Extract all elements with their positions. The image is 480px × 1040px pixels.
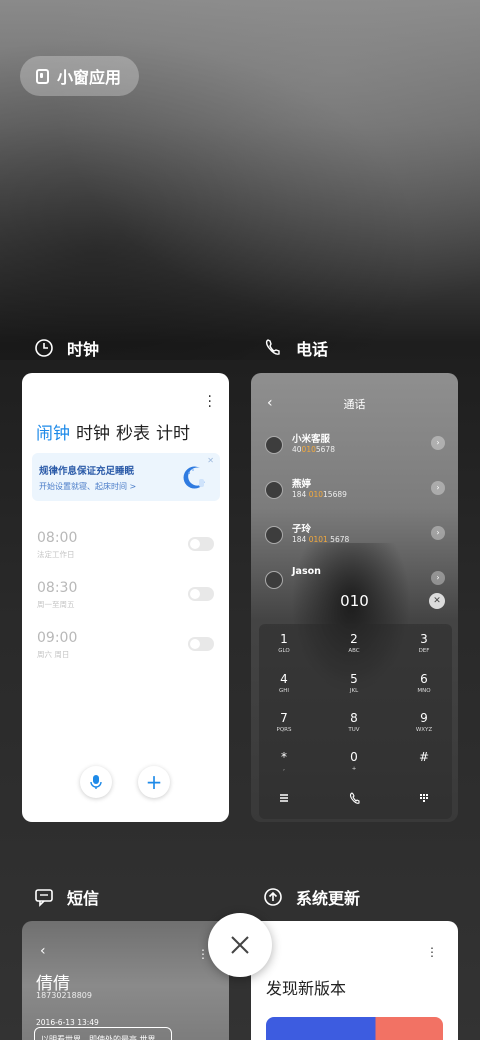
contact-name: 子玲 — [292, 524, 312, 535]
clock-more-icon[interactable]: · · · — [208, 390, 213, 414]
microphone-icon — [90, 775, 102, 789]
key-hash[interactable]: # — [399, 750, 449, 766]
alarm-item[interactable]: 08:30 周一至周五 — [37, 580, 77, 610]
key-9[interactable]: 9 WXYZ — [399, 711, 449, 733]
avatar — [265, 481, 283, 499]
alarm-days: 周一至周五 — [37, 600, 75, 609]
update-more-icon[interactable]: ⋮ — [426, 945, 438, 959]
key-7[interactable]: 7 PQRS — [259, 711, 309, 733]
phone-icon — [262, 337, 284, 359]
phone-title: 通话 — [343, 398, 366, 411]
alarm-item[interactable]: 09:00 周六 周日 — [37, 630, 77, 660]
small-window-apps-button[interactable]: 小窗应用 — [20, 56, 140, 96]
clock-icon — [33, 337, 55, 359]
sms-label-text: 短信 — [67, 889, 100, 908]
key-3[interactable]: 3 DEF — [399, 632, 449, 654]
plus-icon: + — [145, 770, 163, 794]
update-banner-image — [266, 1017, 443, 1040]
message-icon — [33, 886, 55, 908]
update-app-card[interactable]: ⋮ 发现新版本 — [251, 921, 458, 1040]
clear-all-button[interactable] — [208, 913, 272, 977]
key-5[interactable]: 5 JKL — [329, 672, 379, 694]
key-0[interactable]: 0 + — [329, 750, 379, 772]
dialed-number: 010 — [340, 592, 369, 610]
alarm-days: 法定工作日 — [37, 550, 75, 559]
key-4[interactable]: 4 GHI — [259, 672, 309, 694]
alarm-item[interactable]: 08:00 法定工作日 — [37, 530, 77, 560]
contact-number: 400105678 — [292, 445, 335, 454]
dial-keypad: 1 GLO 2 ABC 3 DEF 4 GHI 5 JKL 6 MNO 7 PQRS 8 TUV… — [259, 624, 452, 819]
dialpad-toggle-icon[interactable] — [419, 792, 429, 806]
chevron-right-icon[interactable]: › — [431, 526, 445, 540]
key-6[interactable]: 6 MNO — [399, 672, 449, 694]
alarm-days: 周六 周日 — [37, 650, 70, 659]
tab-clock[interactable]: 时钟 — [76, 419, 110, 444]
chevron-right-icon[interactable]: › — [431, 571, 445, 585]
call-icon[interactable] — [349, 792, 361, 809]
key-2[interactable]: 2 ABC — [329, 632, 379, 654]
chevron-right-icon[interactable]: › — [431, 481, 445, 495]
moon-icon — [180, 463, 208, 491]
clock-label-text: 时钟 — [67, 340, 100, 359]
update-label-text: 系统更新 — [296, 889, 361, 908]
update-headline: 发现新版本 — [266, 979, 347, 998]
close-icon — [231, 936, 249, 954]
contact-name: 小米客服 — [292, 434, 331, 445]
sleep-banner[interactable]: 规律作息保证充足睡眠 开始设置就寝、起床时间 > ✕ — [32, 453, 220, 501]
contact-item[interactable]: 小米客服 400105678 › — [265, 431, 445, 461]
system-update-icon — [262, 886, 284, 908]
alarm-time: 09:00 — [37, 630, 78, 646]
tab-alarm[interactable]: 闹钟 — [36, 419, 70, 444]
contact-name: Jason — [292, 566, 321, 577]
update-app-label[interactable]: 系统更新 — [262, 885, 360, 909]
sms-more-icon[interactable]: ⋮ — [197, 947, 209, 961]
sms-app-label[interactable]: 短信 — [33, 885, 99, 909]
voice-button[interactable] — [80, 766, 112, 798]
avatar — [265, 526, 283, 544]
back-icon[interactable]: ‹ — [40, 943, 46, 959]
chevron-right-icon[interactable]: › — [431, 436, 445, 450]
clock-app-label[interactable]: 时钟 — [33, 336, 99, 360]
clock-tab-bar: 闹钟 时钟 秒表 计时 — [36, 419, 190, 444]
banner-close-icon[interactable]: ✕ — [207, 456, 214, 465]
sms-date: 2016-6-13 13:49 — [36, 1018, 99, 1027]
alarm-toggle[interactable] — [188, 637, 214, 651]
tab-timer[interactable]: 计时 — [156, 419, 190, 444]
contact-number: 184 0101 5678 — [292, 535, 350, 544]
alarm-time: 08:00 — [37, 530, 78, 546]
tab-stopwatch[interactable]: 秒表 — [116, 419, 150, 444]
alarm-toggle[interactable] — [188, 587, 214, 601]
alarm-toggle[interactable] — [188, 537, 214, 551]
phone-app-card[interactable]: ‹ 通话 小米客服 400105678 › 燕婷 184 01015689 › … — [251, 373, 458, 822]
phone-label-text: 电话 — [296, 340, 329, 359]
alarm-time: 08:30 — [37, 580, 78, 596]
small-window-label: 小窗应用 — [57, 68, 122, 87]
contact-item[interactable]: 燕婷 184 01015689 › — [265, 476, 445, 506]
key-1[interactable]: 1 GLO — [259, 632, 309, 654]
sms-contact-number: 18730218809 — [36, 991, 92, 1000]
menu-icon[interactable] — [279, 792, 289, 806]
backspace-icon[interactable]: ✕ — [429, 593, 445, 609]
avatar — [265, 436, 283, 454]
contact-number: 184 01015689 — [292, 490, 347, 499]
contact-name: 燕婷 — [292, 479, 312, 490]
sms-message-bubble: 以明看世界，即使处的最高 世界 — [34, 1027, 172, 1040]
clock-app-card[interactable]: · · · 闹钟 时钟 秒表 计时 规律作息保证充足睡眠 开始设置就寝、起床时间 >… — [22, 373, 229, 822]
avatar — [265, 571, 283, 589]
phone-app-label[interactable]: 电话 — [262, 336, 328, 360]
key-star[interactable]: *, — [259, 750, 309, 772]
sleep-banner-title: 规律作息保证充足睡眠 — [39, 466, 135, 477]
key-8[interactable]: 8 TUV — [329, 711, 379, 733]
add-alarm-button[interactable]: + — [138, 766, 170, 798]
small-window-icon — [36, 68, 49, 84]
wallpaper — [0, 0, 480, 360]
sleep-banner-subtitle: 开始设置就寝、起床时间 > — [39, 482, 137, 491]
contact-item[interactable]: 子玲 184 0101 5678 › — [265, 521, 445, 551]
sms-app-card[interactable]: ‹ ⋮ 倩倩 18730218809 2016-6-13 13:49 以明看世界… — [22, 921, 229, 1040]
